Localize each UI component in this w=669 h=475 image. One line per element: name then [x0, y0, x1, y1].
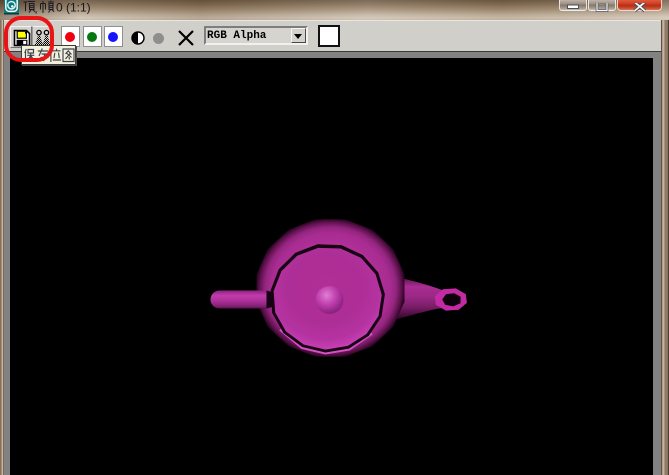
svg-text:0 (1:1): 0 (1:1) [56, 1, 91, 15]
